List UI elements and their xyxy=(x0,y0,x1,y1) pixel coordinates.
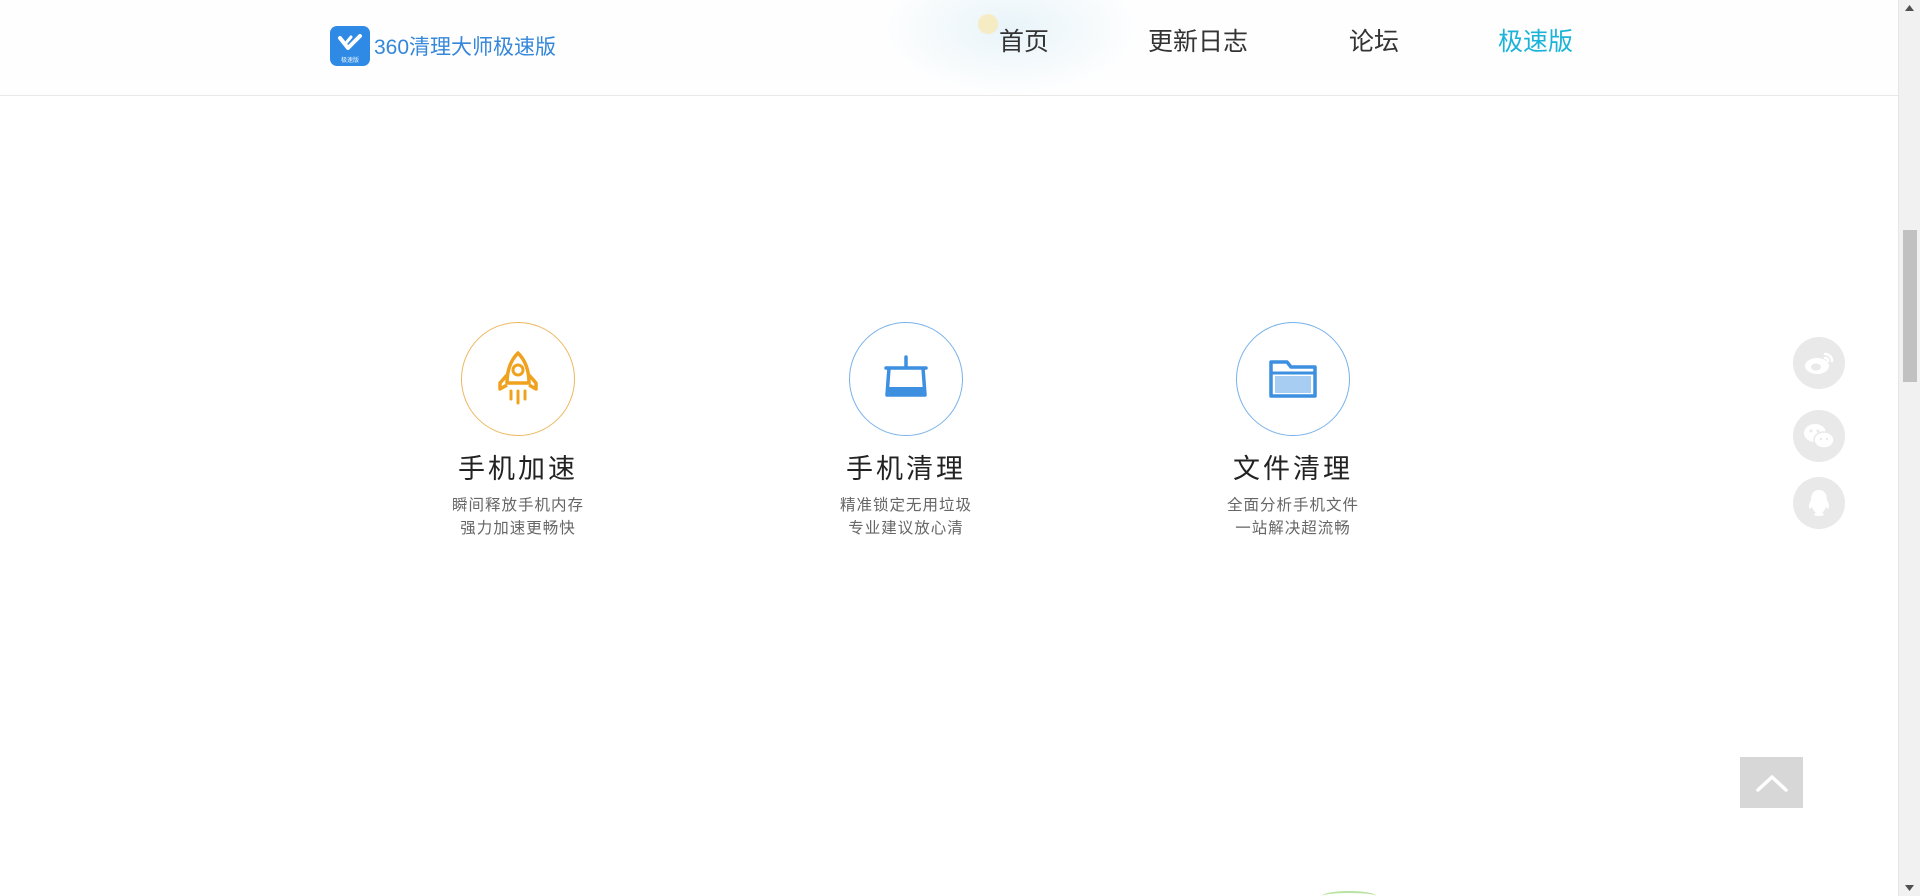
feature-title: 手机清理 xyxy=(846,454,966,485)
logo-text: 360清理大师极速版 xyxy=(374,36,557,59)
site-header: 极速版 360清理大师极速版 首页 更新日志 论坛 极速版 xyxy=(0,0,1898,96)
weibo-icon xyxy=(1805,352,1834,374)
scroll-up-arrow[interactable] xyxy=(1899,0,1920,16)
back-to-top-button[interactable] xyxy=(1740,757,1803,808)
feature-desc-line2: 一站解决超流畅 xyxy=(1235,519,1351,537)
feature-desc-line1: 精准锁定无用垃圾 xyxy=(839,496,972,514)
feature-title: 文件清理 xyxy=(1233,454,1353,485)
nav-forum[interactable]: 论坛 xyxy=(1349,24,1399,60)
weibo-share-button[interactable] xyxy=(1793,337,1845,389)
logo-badge-text: 极速版 xyxy=(340,57,359,64)
feature-desc-line1: 瞬间释放手机内存 xyxy=(451,496,584,514)
bottom-decoration xyxy=(1322,891,1376,896)
feature-icon-circle xyxy=(461,322,575,436)
feature-phone-clean: 手机清理 精准锁定无用垃圾 专业建议放心清 xyxy=(776,322,1036,540)
feature-icon-circle xyxy=(1236,322,1350,436)
feature-icon-circle xyxy=(849,322,963,436)
page: 极速版 360清理大师极速版 首页 更新日志 论坛 极速版 手机加速 瞬间释放手… xyxy=(0,0,1920,896)
qq-share-button[interactable] xyxy=(1793,477,1845,529)
vertical-scrollbar[interactable] xyxy=(1898,0,1920,896)
feature-file-clean: 文件清理 全面分析手机文件 一站解决超流畅 xyxy=(1163,322,1423,540)
feature-desc-line2: 专业建议放心清 xyxy=(848,519,964,537)
logo-badge-icon: 极速版 xyxy=(330,26,370,66)
feature-desc-line1: 全面分析手机文件 xyxy=(1226,496,1359,514)
wechat-share-button[interactable] xyxy=(1793,410,1845,462)
nav-home[interactable]: 首页 xyxy=(999,24,1049,60)
rocket-icon xyxy=(498,351,538,405)
folder-icon xyxy=(1269,360,1317,398)
wechat-icon xyxy=(1804,424,1835,449)
feature-phone-boost: 手机加速 瞬间释放手机内存 强力加速更畅快 xyxy=(388,322,648,540)
feature-desc-line2: 强力加速更畅快 xyxy=(460,519,576,537)
qq-icon xyxy=(1808,490,1830,516)
nav-speed-edition[interactable]: 极速版 xyxy=(1498,24,1573,60)
scroll-down-arrow[interactable] xyxy=(1899,880,1920,896)
nav-changelog[interactable]: 更新日志 xyxy=(1148,24,1248,60)
site-logo[interactable]: 极速版 360清理大师极速版 xyxy=(330,26,556,66)
scrollbar-thumb[interactable] xyxy=(1903,230,1917,382)
feature-title: 手机加速 xyxy=(458,454,578,485)
broom-icon xyxy=(884,355,928,397)
chevron-up-icon xyxy=(1755,774,1788,792)
